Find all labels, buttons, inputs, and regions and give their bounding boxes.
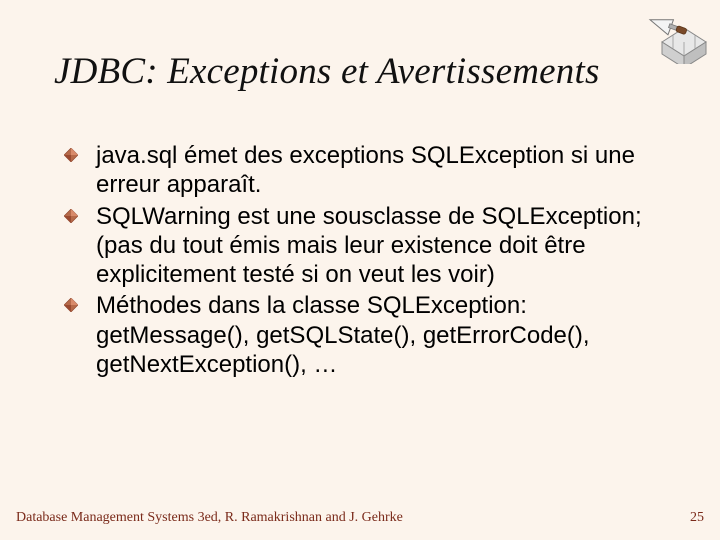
bullet-text: java.sql émet des exceptions SQLExceptio… [96, 142, 635, 198]
list-item: SQLWarning est une sousclasse de SQLExce… [64, 202, 680, 290]
list-item: java.sql émet des exceptions SQLExceptio… [64, 141, 680, 200]
bullet-list: java.sql émet des exceptions SQLExceptio… [54, 141, 680, 379]
footer-text: Database Management Systems 3ed, R. Rama… [16, 510, 403, 526]
brick-trowel-icon [636, 4, 710, 64]
slide-title: JDBC: Exceptions et Avertissements [54, 50, 680, 93]
bullet-text: SQLWarning est une sousclasse de SQLExce… [96, 203, 642, 289]
diamond-bullet-icon [64, 209, 78, 223]
page-number: 25 [690, 510, 704, 526]
bullet-text: Méthodes dans la classe SQLException: ge… [96, 292, 590, 378]
footer: Database Management Systems 3ed, R. Rama… [16, 510, 704, 526]
diamond-bullet-icon [64, 298, 78, 312]
slide: JDBC: Exceptions et Avertissements java.… [0, 0, 720, 540]
list-item: Méthodes dans la classe SQLException: ge… [64, 291, 680, 379]
diamond-bullet-icon [64, 148, 78, 162]
